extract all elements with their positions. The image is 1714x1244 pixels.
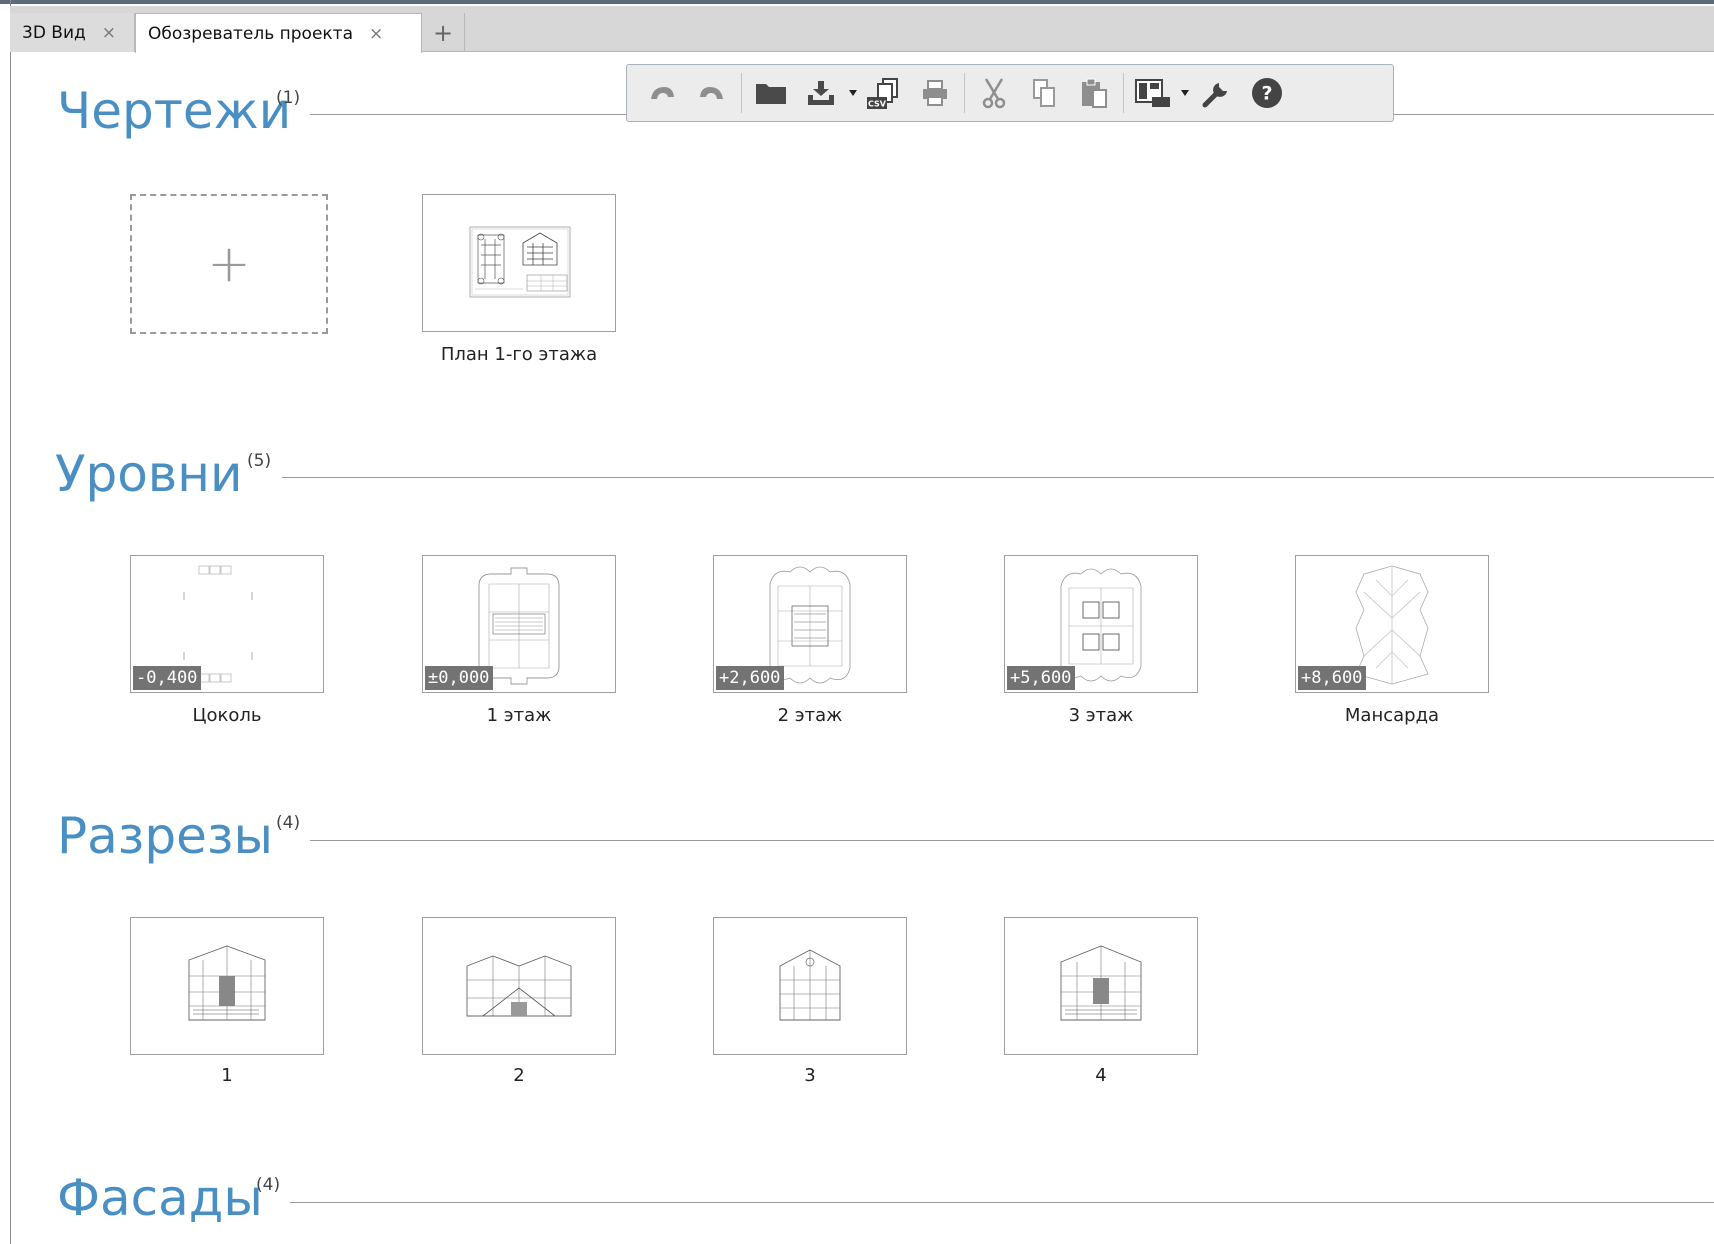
section-thumbnail bbox=[779, 949, 841, 1021]
elevation-badge: ±0,000 bbox=[425, 665, 494, 690]
undo-button[interactable] bbox=[637, 71, 687, 115]
section-divider bbox=[310, 840, 1714, 841]
section-count-levels: (5) bbox=[247, 451, 272, 471]
chevron-down-icon bbox=[1181, 90, 1189, 96]
export-csv-icon: CSV bbox=[867, 78, 898, 109]
layout-dropdown[interactable] bbox=[1178, 71, 1192, 115]
tab-bar: 3D Вид × Обозреватель проекта × + bbox=[10, 6, 1714, 53]
drawing-card[interactable] bbox=[422, 194, 616, 332]
section-title-sections: Разрезы bbox=[57, 807, 273, 865]
level-caption: 2 этаж bbox=[777, 705, 843, 726]
toolbar-separator bbox=[964, 73, 965, 113]
copy-button[interactable] bbox=[1019, 71, 1069, 115]
tab-project-browser[interactable]: Обозреватель проекта × bbox=[135, 13, 422, 53]
close-icon[interactable]: × bbox=[369, 24, 383, 44]
section-caption: 3 bbox=[804, 1065, 816, 1086]
section-caption: 2 bbox=[513, 1065, 525, 1086]
section-thumbnail bbox=[188, 945, 266, 1021]
level-caption: 3 этаж bbox=[1068, 705, 1134, 726]
level-caption: Мансарда bbox=[1344, 705, 1440, 726]
elevation-badge: -0,400 bbox=[133, 665, 202, 690]
section-caption: 1 bbox=[221, 1065, 233, 1086]
close-icon[interactable]: × bbox=[102, 23, 116, 43]
section-count-sections: (4) bbox=[276, 813, 301, 833]
section-title-levels: Уровни bbox=[55, 445, 243, 503]
level-card[interactable]: ±0,000 bbox=[422, 555, 616, 693]
toolbar-separator bbox=[1123, 73, 1124, 113]
level-card[interactable]: +8,600 bbox=[1295, 555, 1489, 693]
section-thumbnail bbox=[1060, 945, 1142, 1021]
level-caption: Цоколь bbox=[192, 705, 262, 726]
level-card[interactable]: -0,400 bbox=[130, 555, 324, 693]
elevation-badge: +5,600 bbox=[1007, 665, 1076, 690]
add-drawing-button[interactable]: + bbox=[130, 194, 328, 334]
help-glyph: ? bbox=[1261, 83, 1272, 105]
import-dropdown[interactable] bbox=[846, 71, 860, 115]
export-csv-button[interactable]: CSV bbox=[860, 71, 910, 115]
add-tab-button[interactable]: + bbox=[422, 13, 465, 52]
section-card[interactable] bbox=[1004, 917, 1198, 1055]
print-icon bbox=[923, 80, 947, 106]
redo-button[interactable] bbox=[687, 71, 737, 115]
undo-icon bbox=[651, 87, 674, 99]
cut-icon bbox=[982, 78, 1006, 109]
section-caption: 4 bbox=[1095, 1065, 1107, 1086]
print-button[interactable] bbox=[910, 71, 960, 115]
level-caption: 1 этаж bbox=[486, 705, 552, 726]
copy-icon bbox=[1033, 79, 1055, 107]
layout-button[interactable] bbox=[1128, 71, 1178, 115]
import-icon bbox=[808, 81, 834, 105]
section-count-drawings: (1) bbox=[276, 88, 301, 108]
section-title-facades: Фасады bbox=[57, 1169, 263, 1227]
chevron-down-icon bbox=[849, 90, 857, 96]
elevation-badge: +8,600 bbox=[1298, 665, 1367, 690]
section-title-drawings: Чертежи bbox=[57, 82, 292, 140]
section-card[interactable] bbox=[130, 917, 324, 1055]
help-button[interactable]: ? bbox=[1242, 71, 1292, 115]
level-card[interactable]: +5,600 bbox=[1004, 555, 1198, 693]
floating-toolbar: CSV ? bbox=[626, 64, 1394, 122]
csv-label: CSV bbox=[868, 100, 887, 109]
layout-icon bbox=[1135, 79, 1170, 107]
tab-label: Обозреватель проекта bbox=[148, 23, 353, 44]
tab-3d-view[interactable]: 3D Вид × bbox=[10, 13, 135, 52]
drawing-caption: План 1-го этажа bbox=[440, 344, 598, 365]
settings-button[interactable] bbox=[1192, 71, 1242, 115]
paste-button[interactable] bbox=[1069, 71, 1119, 115]
tab-label: 3D Вид bbox=[22, 22, 86, 43]
redo-icon bbox=[700, 87, 723, 99]
plus-icon: + bbox=[207, 234, 251, 294]
toolbar-separator bbox=[741, 73, 742, 113]
settings-wrench-icon bbox=[1202, 83, 1227, 108]
help-icon: ? bbox=[1252, 78, 1282, 108]
elevation-badge: +2,600 bbox=[716, 665, 785, 690]
level-card[interactable]: +2,600 bbox=[713, 555, 907, 693]
section-card[interactable] bbox=[422, 917, 616, 1055]
open-folder-icon bbox=[756, 84, 786, 104]
drawing-thumbnail bbox=[469, 226, 571, 298]
open-folder-button[interactable] bbox=[746, 71, 796, 115]
section-card[interactable] bbox=[713, 917, 907, 1055]
section-divider bbox=[290, 1202, 1714, 1203]
paste-icon bbox=[1082, 78, 1107, 108]
section-thumbnail bbox=[466, 955, 572, 1017]
cut-button[interactable] bbox=[969, 71, 1019, 115]
import-button[interactable] bbox=[796, 71, 846, 115]
section-divider bbox=[282, 477, 1714, 478]
section-count-facades: (4) bbox=[256, 1175, 281, 1195]
